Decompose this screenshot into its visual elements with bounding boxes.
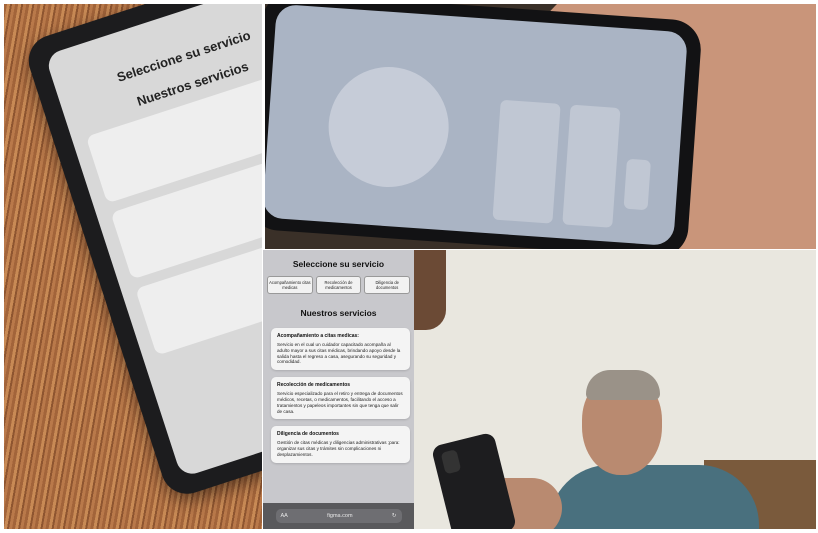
service-card-description: Servicio especializado para el retiro y … (277, 391, 403, 414)
service-card: Recolección de medicamentos Servicio esp… (271, 377, 410, 420)
select-service-title: Seleccione su servicio (292, 259, 385, 269)
form-field (492, 99, 561, 224)
service-card-title: Diligencia de documentos (277, 431, 339, 438)
smartphone (265, 4, 703, 249)
man-shirt (549, 465, 759, 529)
phone-in-hand-photo (265, 4, 816, 249)
service-button-acompanamiento[interactable]: Acompañamiento citas medicas (267, 276, 313, 294)
address-field[interactable]: AA figma.com ↻ (275, 509, 402, 523)
service-card-description: Gestión de citas médicas y diligencias a… (277, 440, 400, 457)
man-hair (586, 370, 660, 400)
form-button (623, 158, 651, 211)
reload-icon[interactable]: ↻ (392, 513, 397, 519)
url-text: figma.com (327, 513, 353, 519)
service-card-description: Servicio en el cual un cuidador capacita… (277, 342, 401, 365)
browser-url-bar: AA figma.com ↻ (263, 503, 414, 529)
user-testing-photo (414, 250, 816, 529)
service-card-title: Recolección de medicamentos (277, 382, 351, 389)
figma-mockup: Seleccione su servicio Acompañamiento ci… (263, 250, 414, 529)
tablet-photo: Seleccione su servicio Nuestros servicio… (4, 4, 262, 529)
service-card: Diligencia de documentos Gestión de cita… (271, 426, 410, 463)
background-figure (414, 250, 446, 330)
iphone (430, 431, 518, 529)
service-button-diligencia[interactable]: Diligencia de documentos (364, 276, 411, 294)
our-services-title: Nuestros servicios (300, 308, 377, 318)
service-button-recoleccion[interactable]: Recolección de medicamentos (315, 276, 362, 294)
form-field (562, 104, 621, 228)
service-card-title: Acompañamiento a citas medicas: (277, 333, 359, 339)
phone-screen (265, 4, 688, 247)
profile-circle (324, 62, 453, 192)
tablet-screen: Seleccione su servicio Nuestros servicio… (44, 4, 262, 478)
service-buttons: Acompañamiento citas medicas Recolección… (267, 276, 411, 294)
service-card: Acompañamiento a citas medicas: Servicio… (271, 328, 410, 371)
text-size-button[interactable]: AA (281, 513, 288, 519)
camera-lens (440, 449, 462, 475)
tablet-device: Seleccione su servicio Nuestros servicio… (22, 4, 262, 501)
